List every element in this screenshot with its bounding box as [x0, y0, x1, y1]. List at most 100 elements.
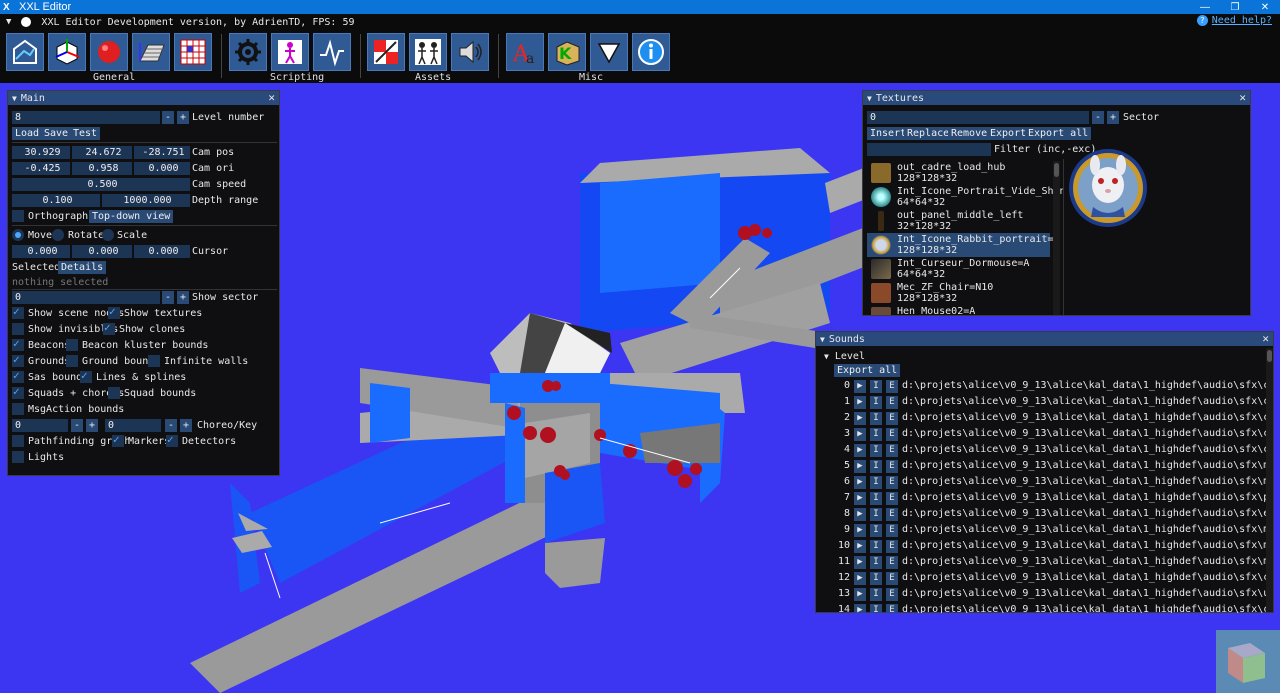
texture-sector-input[interactable]: 0	[867, 111, 1089, 124]
about-button[interactable]	[632, 33, 670, 71]
events-button[interactable]	[313, 33, 351, 71]
cursor-y-input[interactable]: 0.000	[72, 245, 132, 258]
play-button[interactable]: ▶	[854, 508, 866, 521]
export-sound-button[interactable]: E	[886, 588, 898, 601]
export-sound-button[interactable]: E	[886, 412, 898, 425]
circle-icon[interactable]	[21, 17, 32, 27]
sounds-button[interactable]	[451, 33, 489, 71]
main-panel-header[interactable]: ▼ Main ✕	[8, 91, 279, 105]
export-sound-button[interactable]: E	[886, 460, 898, 473]
cam-pos-z-input[interactable]: -28.751	[134, 146, 190, 159]
export-sound-button[interactable]: E	[886, 444, 898, 457]
scroll-thumb[interactable]	[1054, 163, 1059, 177]
texture-sector-decrement-button[interactable]: -	[1092, 111, 1104, 124]
choreo-increment-button[interactable]: +	[86, 419, 98, 432]
lights-checkbox[interactable]	[12, 451, 24, 463]
scroll-thumb[interactable]	[1267, 350, 1272, 362]
texture-list[interactable]: out_cadre_load_hub 128*128*32 Int_Icone_P…	[863, 159, 1063, 315]
infinite-walls-checkbox[interactable]	[148, 355, 160, 367]
scene-graph-button[interactable]	[48, 33, 86, 71]
insert-button[interactable]: Insert	[867, 127, 910, 140]
export-sound-button[interactable]: E	[886, 572, 898, 585]
play-button[interactable]: ▶	[854, 492, 866, 505]
close-icon[interactable]: ✕	[268, 91, 275, 104]
import-button[interactable]: I	[870, 524, 882, 537]
export-sound-button[interactable]: E	[886, 476, 898, 489]
cam-pos-y-input[interactable]: 24.672	[72, 146, 132, 159]
import-button[interactable]: I	[870, 588, 882, 601]
export-sound-button[interactable]: E	[886, 524, 898, 537]
show-clones-checkbox[interactable]	[103, 321, 115, 335]
play-button[interactable]: ▶	[854, 444, 866, 457]
pathfinding-graph-checkbox[interactable]	[12, 435, 24, 447]
table-row[interactable]: 0 ▶ I Ed:\projets\alice\v0_9_13\alice\kal_d…	[820, 379, 1266, 395]
table-row[interactable]: 12 ▶ I Ed:\projets\alice\v0_9_13\alice\kal_…	[820, 571, 1266, 587]
export-sound-button[interactable]: E	[886, 428, 898, 441]
table-row[interactable]: 5 ▶ I Ed:\projets\alice\v0_9_13\alice\kal_d…	[820, 459, 1266, 475]
play-button[interactable]: ▶	[854, 476, 866, 489]
details-button[interactable]: Details	[58, 261, 107, 274]
move-radio[interactable]	[12, 229, 24, 241]
replace-button[interactable]: Replace	[904, 127, 953, 140]
depth-near-input[interactable]: 0.100	[12, 194, 100, 207]
play-button[interactable]: ▶	[854, 588, 866, 601]
import-button[interactable]: I	[870, 508, 882, 521]
sounds-panel-header[interactable]: ▼ Sounds ✕	[816, 332, 1273, 346]
kfiles-button[interactable]: K	[548, 33, 586, 71]
save-button[interactable]: Save	[41, 127, 72, 140]
level-decrement-button[interactable]: -	[162, 111, 174, 124]
list-item[interactable]: Mec_ZF_Chair=N10 128*128*32	[867, 281, 1050, 305]
export-all-button[interactable]: Export all	[1025, 127, 1092, 140]
import-button[interactable]: I	[870, 572, 882, 585]
show-textures-checkbox[interactable]	[108, 305, 120, 319]
import-button[interactable]: I	[870, 412, 882, 425]
play-button[interactable]: ▶	[854, 396, 866, 409]
table-row[interactable]: 8 ▶ I Ed:\projets\alice\v0_9_13\alice\kal_d…	[820, 507, 1266, 523]
key-input[interactable]: 0	[105, 419, 161, 432]
table-row[interactable]: 10 ▶ I Ed:\projets\alice\v0_9_13\alice\kal_…	[820, 539, 1266, 555]
test-button[interactable]: Test	[70, 127, 101, 140]
level-tree-node[interactable]: ▼ Level	[824, 350, 865, 363]
table-row[interactable]: 1 ▶ I Ed:\projets\alice\v0_9_13\alice\kal_d…	[820, 395, 1266, 411]
textures-button[interactable]	[367, 33, 405, 71]
cam-speed-slider[interactable]: 0.500	[12, 178, 190, 191]
collapse-icon[interactable]: ▼	[867, 94, 872, 103]
texture-list-scrollbar[interactable]	[1053, 161, 1060, 315]
scale-radio[interactable]	[102, 229, 114, 241]
beacon-kluster-bounds-checkbox[interactable]	[66, 339, 78, 351]
list-item[interactable]: Int_Curseur_Dormouse=A 64*64*32	[867, 257, 1050, 281]
export-sound-button[interactable]: E	[886, 604, 898, 613]
choreo-input[interactable]: 0	[12, 419, 68, 432]
level-increment-button[interactable]: +	[177, 111, 189, 124]
sound-list[interactable]: 0 ▶ I Ed:\projets\alice\v0_9_13\alice\kal_d…	[816, 379, 1266, 613]
list-item[interactable]: Int_Icone_Portrait_Vide_Shine=A64*64*32	[867, 185, 1063, 209]
cam-ori-x-input[interactable]: -0.425	[12, 162, 70, 175]
orthographic-checkbox[interactable]	[12, 210, 24, 222]
squad-bounds-checkbox[interactable]	[108, 387, 120, 399]
play-button[interactable]: ▶	[854, 412, 866, 425]
play-button[interactable]: ▶	[854, 556, 866, 569]
close-icon[interactable]: ✕	[1262, 332, 1269, 345]
play-button[interactable]: ▶	[854, 380, 866, 393]
texture-sector-increment-button[interactable]: +	[1107, 111, 1119, 124]
close-window-button[interactable]: ✕	[1250, 0, 1280, 14]
hooks-button[interactable]	[271, 33, 309, 71]
top-down-view-button[interactable]: Top-down view	[89, 210, 174, 223]
table-row[interactable]: 4 ▶ I Ed:\projets\alice\v0_9_13\alice\kal_d…	[820, 443, 1266, 459]
import-button[interactable]: I	[870, 460, 882, 473]
grounds-checkbox[interactable]	[12, 353, 24, 367]
remove-button[interactable]: Remove	[948, 127, 991, 140]
export-sound-button[interactable]: E	[886, 380, 898, 393]
table-row[interactable]: 9 ▶ I Ed:\projets\alice\v0_9_13\alice\kal_d…	[820, 523, 1266, 539]
cursor-z-input[interactable]: 0.000	[134, 245, 190, 258]
markers-checkbox[interactable]	[112, 433, 124, 447]
level-number-input[interactable]: 8	[12, 111, 160, 124]
export-sound-button[interactable]: E	[886, 540, 898, 553]
export-sound-button[interactable]: E	[886, 508, 898, 521]
import-button[interactable]: I	[870, 492, 882, 505]
texture-filter-input[interactable]	[867, 143, 991, 156]
play-button[interactable]: ▶	[854, 524, 866, 537]
cursor-x-input[interactable]: 0.000	[12, 245, 70, 258]
cam-pos-x-input[interactable]: 30.929	[12, 146, 70, 159]
export-sound-button[interactable]: E	[886, 492, 898, 505]
